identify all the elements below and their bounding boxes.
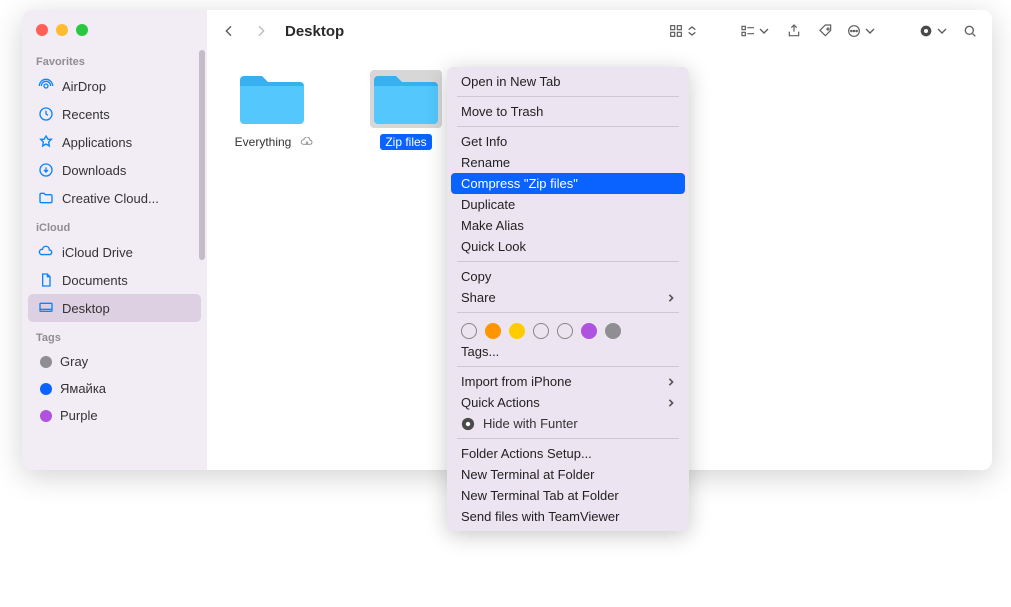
tags-button[interactable] xyxy=(812,18,840,44)
airdrop-icon xyxy=(38,78,54,94)
file-label: Everything xyxy=(230,134,297,150)
cm-move-trash[interactable]: Move to Trash xyxy=(447,101,689,122)
folder-item-everything[interactable]: Everything xyxy=(217,70,327,150)
desktop-icon xyxy=(38,300,54,316)
sidebar-section-favorites: Favorites xyxy=(22,46,207,72)
sidebar-label: iCloud Drive xyxy=(62,245,133,260)
sidebar-label: Purple xyxy=(60,408,98,423)
cm-tag-row xyxy=(447,317,689,341)
cm-open-new-tab[interactable]: Open in New Tab xyxy=(447,71,689,92)
cm-new-terminal-folder[interactable]: New Terminal at Folder xyxy=(447,464,689,485)
sidebar-tag-gray[interactable]: Gray xyxy=(28,348,201,375)
chevron-right-icon xyxy=(667,293,675,303)
cm-tag-orange[interactable] xyxy=(485,323,501,339)
sidebar-item-creative-cloud[interactable]: Creative Cloud... xyxy=(28,184,201,212)
funter-icon xyxy=(461,417,475,431)
sidebar-section-icloud: iCloud xyxy=(22,212,207,238)
sidebar-label: Documents xyxy=(62,273,128,288)
cm-compress[interactable]: Compress "Zip files" xyxy=(451,173,685,194)
toolbar: Desktop xyxy=(207,10,992,52)
cm-tag-empty2[interactable] xyxy=(557,323,573,339)
cm-quick-look[interactable]: Quick Look xyxy=(447,236,689,257)
cm-tag-none[interactable] xyxy=(461,323,477,339)
cm-new-terminal-tab[interactable]: New Terminal Tab at Folder xyxy=(447,485,689,506)
tag-dot-icon xyxy=(40,383,52,395)
share-button[interactable] xyxy=(780,18,808,44)
folder-icon xyxy=(370,70,442,128)
cm-get-info[interactable]: Get Info xyxy=(447,131,689,152)
cm-import-iphone[interactable]: Import from iPhone xyxy=(447,371,689,392)
cm-make-alias[interactable]: Make Alias xyxy=(447,215,689,236)
back-button[interactable] xyxy=(215,18,243,44)
cm-duplicate[interactable]: Duplicate xyxy=(447,194,689,215)
cm-tag-yellow[interactable] xyxy=(509,323,525,339)
cm-hide-funter[interactable]: Hide with Funter xyxy=(447,413,689,434)
sidebar-item-documents[interactable]: Documents xyxy=(28,266,201,294)
tag-dot-icon xyxy=(40,356,52,368)
sidebar-tag-yamaica[interactable]: Ямайка xyxy=(28,375,201,402)
chevron-right-icon xyxy=(667,377,675,387)
cm-rename[interactable]: Rename xyxy=(447,152,689,173)
action-menu-button[interactable] xyxy=(844,18,880,44)
folder-item-zip-files[interactable]: Zip files xyxy=(351,70,461,150)
sidebar-label: Creative Cloud... xyxy=(62,191,159,206)
folder-icon xyxy=(236,70,308,128)
cm-send-teamviewer[interactable]: Send files with TeamViewer xyxy=(447,506,689,527)
cm-tags[interactable]: Tags... xyxy=(447,341,689,362)
chevron-right-icon xyxy=(667,398,675,408)
sidebar-item-downloads[interactable]: Downloads xyxy=(28,156,201,184)
sidebar-section-tags: Tags xyxy=(22,322,207,348)
applications-icon xyxy=(38,134,54,150)
sidebar-item-applications[interactable]: Applications xyxy=(28,128,201,156)
folder-icon xyxy=(38,190,54,206)
downloads-icon xyxy=(38,162,54,178)
forward-button[interactable] xyxy=(247,18,275,44)
cm-tag-purple[interactable] xyxy=(581,323,597,339)
cm-separator xyxy=(457,126,679,127)
cloud-icon xyxy=(38,244,54,260)
cm-copy[interactable]: Copy xyxy=(447,266,689,287)
file-label: Zip files xyxy=(380,134,431,150)
tag-dot-icon xyxy=(40,410,52,422)
sidebar-scrollbar[interactable] xyxy=(198,50,206,350)
cm-share[interactable]: Share xyxy=(447,287,689,308)
sidebar-item-recents[interactable]: Recents xyxy=(28,100,201,128)
funter-toolbar-button[interactable] xyxy=(916,18,952,44)
group-button[interactable] xyxy=(736,18,776,44)
context-menu: Open in New Tab Move to Trash Get Info R… xyxy=(447,67,689,531)
sidebar-label: Recents xyxy=(62,107,110,122)
cm-tag-empty[interactable] xyxy=(533,323,549,339)
document-icon xyxy=(38,272,54,288)
search-button[interactable] xyxy=(956,18,984,44)
sidebar: Favorites AirDrop Recents Applications D… xyxy=(22,10,207,470)
sidebar-label: AirDrop xyxy=(62,79,106,94)
window-controls xyxy=(22,18,207,46)
cm-separator xyxy=(457,96,679,97)
cm-separator xyxy=(457,261,679,262)
close-window-button[interactable] xyxy=(36,24,48,36)
sidebar-item-icloud-drive[interactable]: iCloud Drive xyxy=(28,238,201,266)
cm-separator xyxy=(457,438,679,439)
sidebar-label: Gray xyxy=(60,354,88,369)
window-title: Desktop xyxy=(285,23,344,40)
minimize-window-button[interactable] xyxy=(56,24,68,36)
sidebar-item-airdrop[interactable]: AirDrop xyxy=(28,72,201,100)
sidebar-tag-purple[interactable]: Purple xyxy=(28,402,201,429)
zoom-window-button[interactable] xyxy=(76,24,88,36)
scrollbar-thumb[interactable] xyxy=(199,50,205,260)
cm-separator xyxy=(457,366,679,367)
clock-icon xyxy=(38,106,54,122)
sidebar-item-desktop[interactable]: Desktop xyxy=(28,294,201,322)
sidebar-label: Ямайка xyxy=(60,381,106,396)
sidebar-label: Applications xyxy=(62,135,132,150)
cm-separator xyxy=(457,312,679,313)
cm-tag-gray[interactable] xyxy=(605,323,621,339)
sidebar-label: Downloads xyxy=(62,163,126,178)
view-icons-button[interactable] xyxy=(664,18,704,44)
cm-quick-actions[interactable]: Quick Actions xyxy=(447,392,689,413)
cm-folder-actions[interactable]: Folder Actions Setup... xyxy=(447,443,689,464)
sidebar-label: Desktop xyxy=(62,301,110,316)
cloud-download-icon xyxy=(300,137,314,147)
